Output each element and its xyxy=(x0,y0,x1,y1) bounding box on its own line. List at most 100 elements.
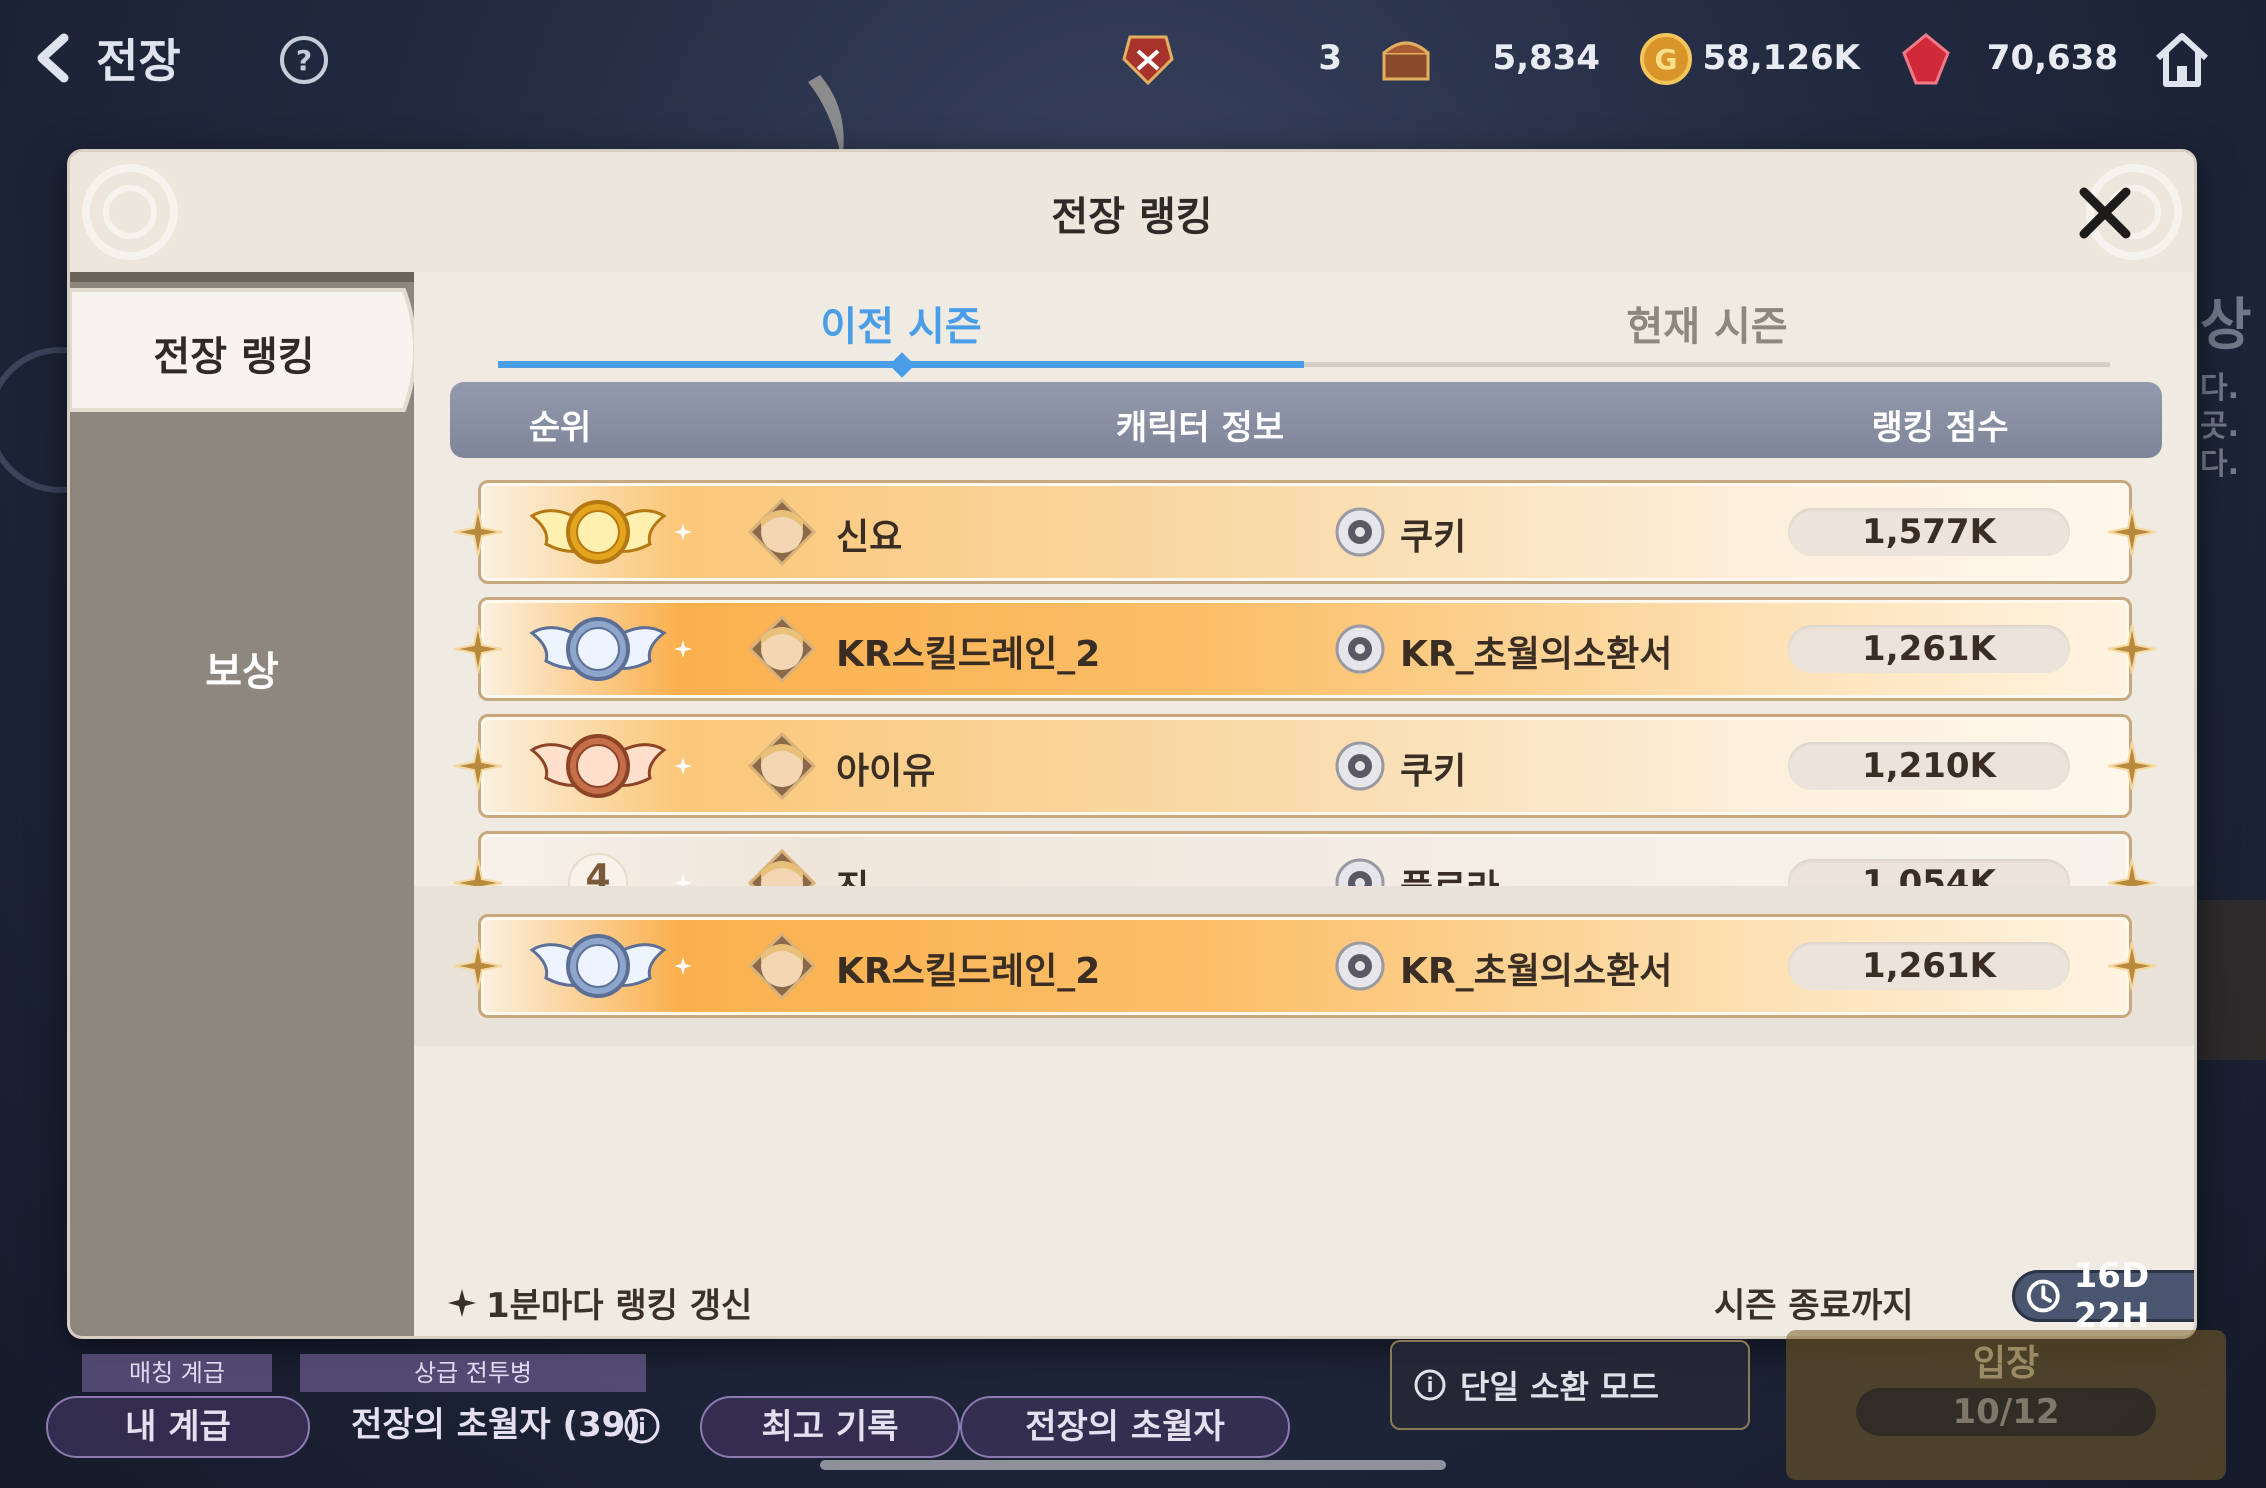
svg-text:G: G xyxy=(1655,43,1678,76)
my-ranking-row[interactable]: 2KR스킬드레인_2KR_초월의소환서1,261K xyxy=(453,914,2157,1018)
guild-emblem-icon xyxy=(1335,507,1385,557)
currency-value: 3 xyxy=(1318,38,1342,78)
column-rank: 순위 xyxy=(528,408,592,448)
character-avatar xyxy=(748,615,816,683)
star-ornament-icon xyxy=(453,941,503,991)
svg-text:i: i xyxy=(1427,1373,1434,1397)
gold-coin-icon: G xyxy=(1640,33,1692,85)
screen-title: 전장 xyxy=(96,34,181,88)
refresh-note-text: 1분마다 랭킹 갱신 xyxy=(486,1286,753,1326)
star-ornament-icon xyxy=(2107,624,2157,674)
svg-text:i: i xyxy=(638,1415,646,1440)
season-end-label: 시즌 종료까지 xyxy=(1714,1286,1914,1326)
player-name: 아이유 xyxy=(836,751,936,792)
red-gem-icon xyxy=(1902,33,1950,85)
info-icon[interactable]: i xyxy=(622,1406,662,1446)
info-icon: i xyxy=(1414,1369,1446,1401)
my-tier-button[interactable]: 내 계급 xyxy=(46,1396,310,1458)
svg-text:?: ? xyxy=(296,44,312,77)
matching-tier-label: 매칭 계급 xyxy=(82,1354,272,1392)
top-bar: 전장 ? 3 5,834 G 58,126K 70,638 xyxy=(0,0,2266,118)
timer-value: 16D 22H xyxy=(2073,1256,2150,1336)
guild-emblem-icon xyxy=(1335,858,1385,886)
tab-previous-season[interactable]: 이전 시즌 xyxy=(498,294,1304,352)
guild-name: 쿠키 xyxy=(1400,517,1467,558)
table-row[interactable]: 3아이유쿠키1,210K xyxy=(453,714,2157,818)
season-tabs: 이전 시즌 현재 시즌 xyxy=(498,272,2110,382)
currency-gem: 70,638 xyxy=(1896,24,2118,94)
character-avatar xyxy=(748,498,816,566)
side-item-reward[interactable]: 보상 xyxy=(70,632,414,712)
enter-count: 10/12 xyxy=(1856,1388,2156,1436)
table-row[interactable]: 4 진 플로라 1,054K xyxy=(453,831,2157,886)
ranking-score: 1,210K xyxy=(1862,746,1996,786)
character-avatar xyxy=(748,849,816,886)
sparkle-icon xyxy=(674,523,692,541)
star-ornament-icon xyxy=(2107,858,2157,886)
side-menu xyxy=(70,272,414,1336)
player-name: 진 xyxy=(836,859,869,886)
enter-button[interactable]: 입장 10/12 xyxy=(1786,1330,2226,1480)
star-ornament-icon xyxy=(453,858,503,886)
single-summon-mode-button[interactable]: i 단일 소환 모드 xyxy=(1390,1340,1750,1430)
best-record-button[interactable]: 최고 기록 xyxy=(700,1396,960,1458)
modal-title: 전장 랭킹 xyxy=(1051,194,1213,240)
table-row[interactable]: 1신요쿠키1,577K xyxy=(453,480,2157,584)
close-icon[interactable] xyxy=(2070,178,2140,248)
upper-soldier-label: 상급 전투병 xyxy=(300,1354,646,1392)
star-ornament-icon xyxy=(453,507,503,557)
ranking-score: 1,577K xyxy=(1862,512,1996,552)
ranking-content: 이전 시즌 현재 시즌 순위 캐릭터 정보 랭킹 점수 1신요쿠키1,577K2… xyxy=(414,272,2194,1336)
side-item-battlefield-ranking[interactable]: 전장 랭킹 xyxy=(70,284,430,416)
currency-battle-ticket: 3 xyxy=(1118,24,1342,94)
side-item-label: 전장 랭킹 xyxy=(153,334,315,380)
sparkle-icon xyxy=(448,1288,476,1317)
treasure-chest-icon xyxy=(1382,41,1430,81)
character-avatar xyxy=(748,932,816,1000)
currency-value: 58,126K xyxy=(1702,38,1860,78)
currency-value: 70,638 xyxy=(1986,38,2118,78)
back-button[interactable]: 전장 xyxy=(30,26,200,90)
star-ornament-icon xyxy=(2107,741,2157,791)
sparkle-icon xyxy=(674,640,692,658)
player-name: KR스킬드레인_2 xyxy=(836,634,1101,675)
star-ornament-icon xyxy=(453,624,503,674)
guild-emblem-icon xyxy=(1335,941,1385,991)
ranking-score: 1,261K xyxy=(1862,946,1996,986)
ranking-list[interactable]: 1신요쿠키1,577K2KR스킬드레인_2KR_초월의소환서1,261K3아이유… xyxy=(414,468,2194,886)
modal-footer: 1분마다 랭킹 갱신 시즌 종료까지 16D 22H xyxy=(414,1256,2194,1336)
star-ornament-icon xyxy=(2107,507,2157,557)
modal-header: 전장 랭킹 xyxy=(70,152,2194,272)
single-summon-mode-label: 단일 소환 모드 xyxy=(1460,1368,1659,1406)
ranking-score: 1,261K xyxy=(1862,629,1996,669)
rank-number: 4 xyxy=(585,857,611,886)
tab-current-season[interactable]: 현재 시즌 xyxy=(1304,294,2110,352)
guild-name: KR_초월의소환서 xyxy=(1400,951,1673,992)
ranking-modal: 전장 랭킹 전장 랭킹 보상 이전 시즌 현재 시즌 순위 캐릭터 정보 랭킹 … xyxy=(70,152,2194,1336)
help-icon[interactable]: ? xyxy=(276,32,332,88)
table-row[interactable]: 2KR스킬드레인_2KR_초월의소환서1,261K xyxy=(453,597,2157,701)
column-score: 랭킹 점수 xyxy=(1871,408,2009,448)
sparkle-icon xyxy=(674,757,692,775)
background-text-fragment: 상 xyxy=(2200,293,2252,358)
guild-emblem-icon xyxy=(1335,624,1385,674)
currency-treasure-chest: 5,834 xyxy=(1376,24,1600,94)
clock-icon xyxy=(2026,1279,2060,1313)
guild-name: KR_초월의소환서 xyxy=(1400,634,1673,675)
player-name: 신요 xyxy=(836,517,903,558)
best-record-value: 전장의 초월자 xyxy=(960,1396,1290,1458)
season-timer: 16D 22H xyxy=(2012,1256,2194,1336)
sparkle-icon xyxy=(674,957,692,975)
tab-indicator xyxy=(889,352,915,378)
home-indicator[interactable] xyxy=(820,1460,1446,1470)
background-text-fragment: 다. 곳. 다. xyxy=(2200,371,2239,482)
home-icon[interactable] xyxy=(2150,28,2214,92)
table-header: 순위 캐릭터 정보 랭킹 점수 xyxy=(450,382,2162,458)
currency-gold: G 58,126K xyxy=(1636,24,1860,94)
battle-ticket-icon xyxy=(1122,35,1174,86)
back-arrow-icon xyxy=(37,33,69,83)
ranking-score: 1,054K xyxy=(1862,863,1996,886)
column-character: 캐릭터 정보 xyxy=(1115,408,1285,448)
player-name: KR스킬드레인_2 xyxy=(836,951,1101,992)
character-avatar xyxy=(748,732,816,800)
